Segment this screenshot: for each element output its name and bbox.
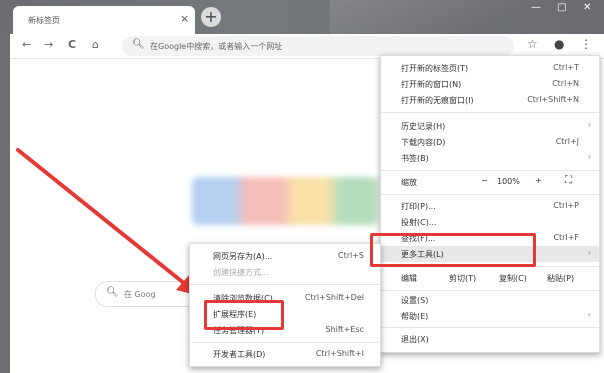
menu-item-new-tab[interactable]: 打开新的标签页(T) Ctrl+T [381,60,599,76]
submenu-item-create-shortcut: 创建快捷方式... [190,264,380,280]
menu-separator [190,284,380,285]
chevron-right-icon: › [587,310,591,319]
menu-item-shortcut: Ctrl+N [552,79,579,88]
menu-item-shortcut: Ctrl+Shift+Del [304,293,364,302]
chevron-right-icon: › [587,152,591,161]
zoom-level: 100% [497,177,520,186]
menu-item-shortcut: Ctrl+J [555,137,579,146]
menu-item-label: 下载内容(D) [401,138,446,147]
menu-item-label: 打开新的标签页(T) [401,64,469,73]
zoom-in-button[interactable]: + [535,176,542,185]
menu-item-settings[interactable]: 设置(S) [381,292,599,308]
menu-item-bookmarks[interactable]: 书签(B) › [381,150,599,166]
menu-item-new-window[interactable]: 打开新的窗口(N) Ctrl+N [381,76,599,92]
menu-item-shortcut: Ctrl+P [553,201,579,210]
menu-separator [381,327,599,328]
zoom-out-button[interactable]: − [481,176,488,185]
menu-separator [381,194,599,195]
menu-item-edit: 编辑 剪切(T) 复制(C) 粘贴(P) [381,270,599,286]
highlight-more-tools [370,233,536,267]
menu-item-label: 退出(X) [401,335,429,344]
edit-copy-button[interactable]: 复制(C) [499,273,527,284]
menu-separator [381,112,599,113]
menu-item-incognito[interactable]: 打开新的无痕窗口(I) Ctrl+Shift+N [381,92,599,108]
menu-item-label: 打印(P)... [401,202,436,211]
menu-item-shortcut: Ctrl+T [553,63,579,72]
chevron-right-icon: › [587,248,591,257]
menu-item-cast[interactable]: 投射(C)... [381,214,599,230]
menu-item-label: 书签(B) [401,154,429,163]
chevron-right-icon: › [587,120,591,129]
menu-item-label: 帮助(E) [401,312,429,321]
menu-item-shortcut: Ctrl+F [553,233,579,242]
menu-item-label: 设置(S) [401,296,429,305]
menu-item-label: 打开新的无痕窗口(I) [401,96,474,105]
edit-cut-button[interactable]: 剪切(T) [449,273,476,284]
menu-item-history[interactable]: 历史记录(H) › [381,118,599,134]
menu-item-label: 创建快捷方式... [213,268,269,277]
menu-item-label: 开发者工具(D) [213,350,266,359]
menu-item-exit[interactable]: 退出(X) [381,331,599,347]
fullscreen-icon[interactable]: ⛶ [565,175,572,186]
menu-item-help[interactable]: 帮助(E) › [381,308,599,324]
menu-item-shortcut: Ctrl+Shift+N [527,95,579,104]
menu-item-label: 网页另存为(A)... [213,252,273,261]
menu-item-zoom: 缩放 − 100% + ⛶ [381,174,599,190]
submenu-item-save-page[interactable]: 网页另存为(A)... Ctrl+S [190,248,380,264]
menu-item-label: 打开新的窗口(N) [401,80,462,89]
menu-item-label: 投射(C)... [401,218,437,227]
menu-item-label: 缩放 [401,178,417,187]
menu-item-print[interactable]: 打印(P)... Ctrl+P [381,198,599,214]
menu-item-downloads[interactable]: 下载内容(D) Ctrl+J [381,134,599,150]
menu-item-shortcut: Shift+Esc [325,325,364,334]
menu-separator [190,342,380,343]
submenu-item-dev-tools[interactable]: 开发者工具(D) Ctrl+Shift+I [190,346,380,362]
menu-item-shortcut: Ctrl+S [337,251,364,260]
menu-item-label: 编辑 [401,274,417,283]
menu-separator [381,170,599,171]
menu-separator [381,290,599,291]
chrome-main-menu: 打开新的标签页(T) Ctrl+T 打开新的窗口(N) Ctrl+N 打开新的无… [380,55,600,353]
menu-item-shortcut: Ctrl+Shift+I [315,349,364,358]
highlight-extensions [204,300,284,330]
edit-paste-button[interactable]: 粘贴(P) [547,273,574,284]
menu-item-label: 历史记录(H) [401,122,446,131]
